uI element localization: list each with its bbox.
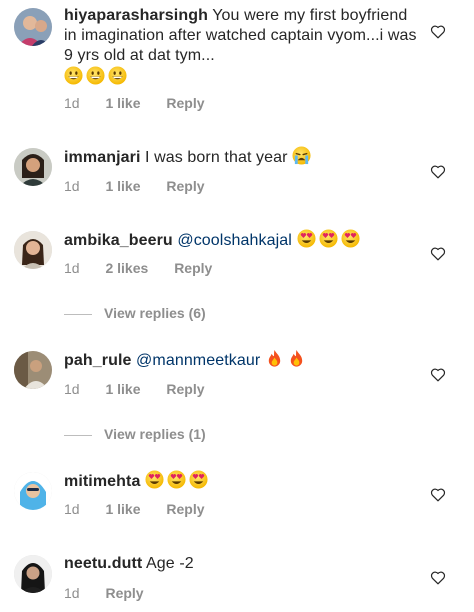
likes-count[interactable]: 1 like [105, 178, 140, 194]
like-heart-icon[interactable] [430, 24, 446, 39]
mention-link[interactable]: @coolshahkajal [177, 232, 292, 249]
comment-time: 1d [64, 501, 80, 517]
mention-link[interactable]: @mannmeetkaur [136, 352, 260, 369]
username[interactable]: pah_rule [64, 352, 132, 369]
comment-time: 1d [64, 260, 80, 276]
comment-body: Age -2 [146, 555, 194, 572]
avatar[interactable] [14, 148, 52, 186]
like-heart-icon[interactable] [430, 570, 446, 585]
comment-meta: 1d 1 like Reply [64, 178, 227, 194]
view-replies-label: View replies (1) [104, 426, 206, 442]
comment-text: neetu.dutt Age -2 [64, 554, 419, 574]
fire-emoji-icon [287, 349, 306, 368]
fire-emoji-icon [265, 349, 284, 368]
likes-count[interactable]: 1 like [105, 381, 140, 397]
comment-body: I was born that year [145, 149, 288, 166]
divider-line [64, 434, 92, 436]
heart-eyes-emoji-icon [167, 470, 186, 489]
view-replies-label: View replies (6) [104, 305, 206, 321]
crying-emoji-icon [292, 146, 311, 165]
comment-meta: 1d 2 likes Reply [64, 260, 234, 276]
username[interactable]: hiyaparasharsingh [64, 7, 208, 24]
view-replies-button[interactable]: View replies (1) [64, 426, 206, 442]
comment-meta: 1d Reply [64, 585, 166, 601]
heart-eyes-emoji-icon [297, 229, 316, 248]
reply-button[interactable]: Reply [105, 585, 143, 601]
comment-time: 1d [64, 178, 80, 194]
heart-eyes-emoji-icon [189, 470, 208, 489]
comment-text: ambika_beeru @coolshahkajal [64, 229, 419, 251]
comment-meta: 1d 1 like Reply [64, 501, 227, 517]
heart-eyes-emoji-icon [319, 229, 338, 248]
comment-time: 1d [64, 95, 80, 111]
likes-count[interactable]: 1 like [105, 501, 140, 517]
comment-time: 1d [64, 381, 80, 397]
grinning-emoji-icon [86, 66, 105, 85]
reply-button[interactable]: Reply [174, 260, 212, 276]
username[interactable]: neetu.dutt [64, 555, 142, 572]
reply-button[interactable]: Reply [166, 381, 204, 397]
like-heart-icon[interactable] [430, 246, 446, 261]
comment-meta: 1d 1 like Reply [64, 381, 227, 397]
avatar[interactable] [14, 8, 52, 46]
divider-line [64, 313, 92, 315]
comment-text: immanjari I was born that year [64, 146, 419, 168]
like-heart-icon[interactable] [430, 164, 446, 179]
likes-count[interactable]: 2 likes [105, 260, 148, 276]
grinning-emoji-icon [108, 66, 127, 85]
like-heart-icon[interactable] [430, 487, 446, 502]
avatar[interactable] [14, 472, 52, 510]
view-replies-button[interactable]: View replies (6) [64, 305, 206, 321]
comment-text: mitimehta [64, 470, 419, 492]
username[interactable]: immanjari [64, 149, 141, 166]
comment-time: 1d [64, 585, 80, 601]
heart-eyes-emoji-icon [145, 470, 164, 489]
username[interactable]: mitimehta [64, 473, 140, 490]
heart-eyes-emoji-icon [341, 229, 360, 248]
comment-text: pah_rule @mannmeetkaur [64, 349, 419, 371]
avatar[interactable] [14, 555, 52, 593]
likes-count[interactable]: 1 like [105, 95, 140, 111]
like-heart-icon[interactable] [430, 367, 446, 382]
avatar[interactable] [14, 231, 52, 269]
username[interactable]: ambika_beeru [64, 232, 173, 249]
reply-button[interactable]: Reply [166, 95, 204, 111]
reply-button[interactable]: Reply [166, 178, 204, 194]
reply-button[interactable]: Reply [166, 501, 204, 517]
comment-meta: 1d 1 like Reply [64, 95, 227, 111]
avatar[interactable] [14, 351, 52, 389]
comment-text: hiyaparasharsingh You were my first boyf… [64, 6, 419, 88]
grinning-emoji-icon [64, 66, 83, 85]
